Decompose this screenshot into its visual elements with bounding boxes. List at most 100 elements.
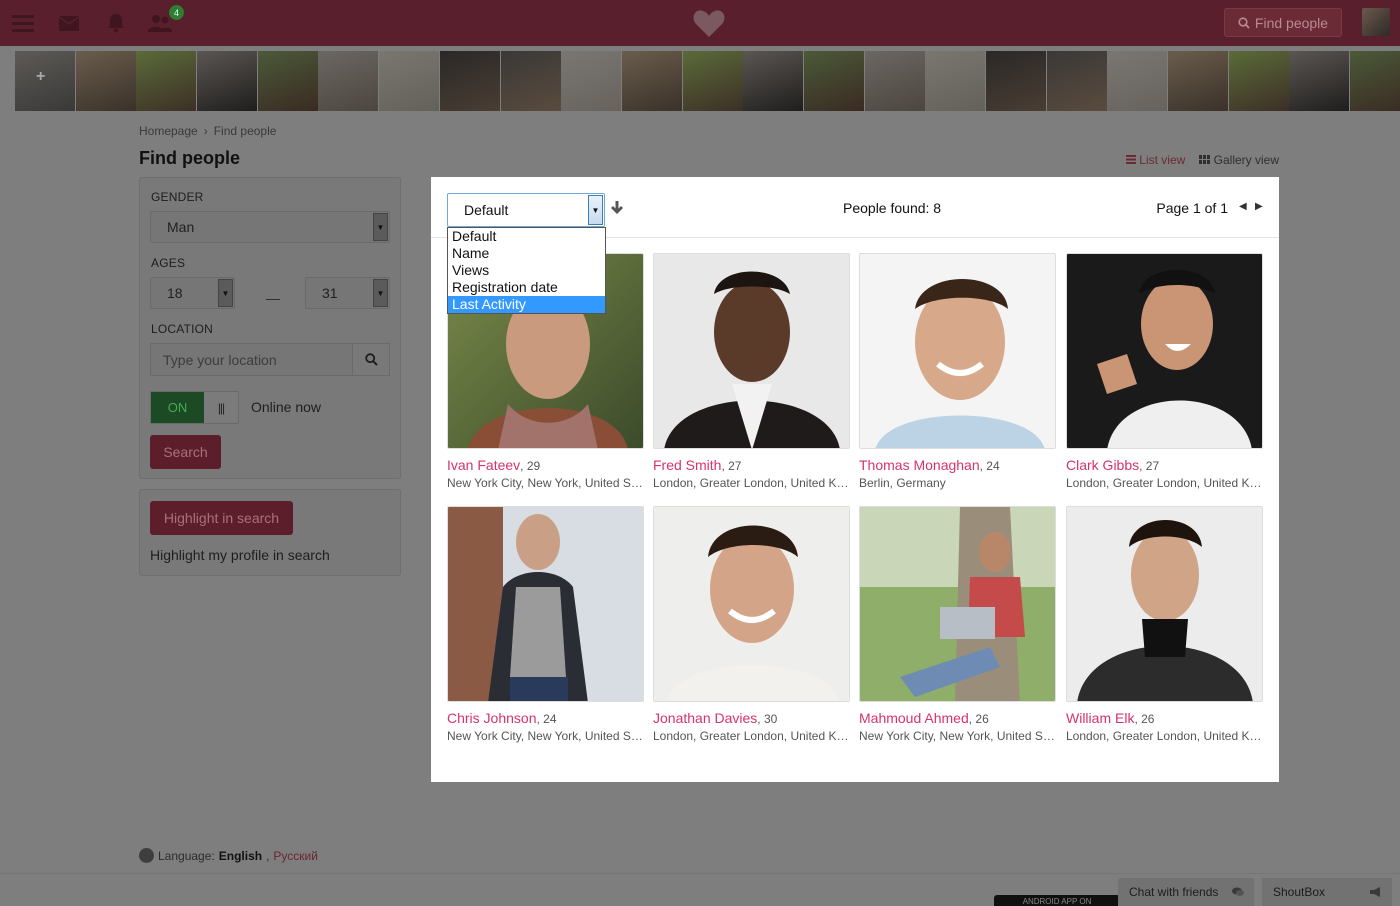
heart-logo-icon[interactable] bbox=[693, 8, 725, 38]
profile-photo[interactable] bbox=[653, 506, 850, 702]
profile-location: Berlin, Germany bbox=[859, 476, 946, 490]
mail-icon[interactable] bbox=[57, 12, 81, 34]
profile-name-link[interactable]: Thomas Monaghan bbox=[859, 457, 980, 473]
profile-photo[interactable] bbox=[653, 253, 850, 449]
profile-name-link[interactable]: Fred Smith bbox=[653, 457, 721, 473]
next-page-icon[interactable]: ▶ bbox=[1255, 201, 1263, 212]
profile-location: London, Greater London, United Kingdom bbox=[653, 729, 849, 743]
profile-name-link[interactable]: Ivan Fateev bbox=[447, 457, 520, 473]
profile-name-link[interactable]: Jonathan Davies bbox=[653, 710, 757, 726]
profile-photo[interactable] bbox=[859, 506, 1056, 702]
find-people-button[interactable]: Find people bbox=[1224, 8, 1342, 37]
member-thumb[interactable] bbox=[197, 51, 258, 111]
profile-age: , 24 bbox=[979, 459, 1000, 473]
gallery-view-link[interactable]: Gallery view bbox=[1199, 153, 1279, 167]
member-thumb[interactable] bbox=[743, 51, 804, 111]
profile-name-line: Ivan Fateev, 29 bbox=[447, 457, 644, 473]
profile-photo[interactable] bbox=[859, 253, 1056, 449]
search-button[interactable]: Search bbox=[150, 435, 221, 469]
profile-age: , 27 bbox=[721, 459, 742, 473]
profile-name-line: William Elk, 26 bbox=[1066, 710, 1263, 726]
profile-name-link[interactable]: William Elk bbox=[1066, 710, 1134, 726]
profile-name-line: Clark Gibbs, 27 bbox=[1066, 457, 1263, 473]
gender-select[interactable]: Man ▼ bbox=[150, 211, 390, 243]
sort-option-default[interactable]: Default bbox=[448, 228, 605, 245]
age-from-value: 18 bbox=[167, 285, 183, 301]
member-thumb[interactable] bbox=[561, 51, 622, 111]
list-view-link[interactable]: List view bbox=[1125, 153, 1186, 167]
online-now-toggle[interactable]: ON ||| bbox=[150, 391, 239, 424]
gender-value: Man bbox=[167, 219, 195, 235]
location-search-button[interactable] bbox=[352, 343, 390, 376]
sort-select[interactable]: Default ▼ bbox=[447, 193, 605, 227]
chat-with-friends-tab[interactable]: Chat with friends bbox=[1118, 878, 1254, 906]
profile-card[interactable]: Chris Johnson, 24 New York City, New Yor… bbox=[447, 506, 644, 743]
member-thumb[interactable] bbox=[1228, 51, 1289, 111]
list-view-label: List view bbox=[1139, 153, 1186, 167]
member-thumb[interactable] bbox=[864, 51, 925, 111]
language-english[interactable]: English bbox=[219, 849, 262, 863]
age-from-select[interactable]: 18 ▼ bbox=[150, 277, 235, 309]
member-thumb[interactable] bbox=[500, 51, 561, 111]
user-avatar[interactable] bbox=[1362, 8, 1390, 36]
member-thumb[interactable] bbox=[1107, 51, 1168, 111]
profile-card[interactable]: William Elk, 26 London, Greater London, … bbox=[1066, 506, 1263, 743]
member-thumb[interactable] bbox=[379, 51, 440, 111]
profile-name-link[interactable]: Mahmoud Ahmed bbox=[859, 710, 969, 726]
member-thumb[interactable] bbox=[925, 51, 986, 111]
sort-option-registration-date[interactable]: Registration date bbox=[448, 279, 605, 296]
highlight-panel: Highlight in search Highlight my profile… bbox=[139, 489, 401, 576]
menu-icon[interactable] bbox=[11, 12, 35, 34]
member-thumb[interactable] bbox=[439, 51, 500, 111]
add-photo-plus-icon[interactable]: + bbox=[36, 68, 45, 86]
profile-card[interactable]: Fred Smith, 27 London, Greater London, U… bbox=[653, 253, 850, 490]
chevron-down-icon: ▼ bbox=[373, 279, 388, 307]
location-input[interactable]: Type your location bbox=[150, 343, 353, 376]
age-to-select[interactable]: 31 ▼ bbox=[305, 277, 390, 309]
profile-card[interactable]: Thomas Monaghan, 24 Berlin, Germany bbox=[859, 253, 1056, 490]
android-app-badge[interactable]: ANDROID APP ON bbox=[994, 895, 1120, 906]
friends-icon[interactable] bbox=[148, 12, 172, 34]
member-thumb[interactable] bbox=[257, 51, 318, 111]
toggle-on-label: ON bbox=[151, 392, 204, 423]
shoutbox-tab[interactable]: ShoutBox bbox=[1262, 878, 1392, 906]
member-thumb[interactable] bbox=[318, 51, 379, 111]
page-indicator: Page 1 of 1 bbox=[1156, 200, 1228, 216]
profile-photo[interactable] bbox=[1066, 253, 1263, 449]
sort-option-name[interactable]: Name bbox=[448, 245, 605, 262]
profile-name-link[interactable]: Clark Gibbs bbox=[1066, 457, 1139, 473]
prev-page-icon[interactable]: ◀ bbox=[1239, 201, 1247, 212]
member-thumb[interactable] bbox=[1289, 51, 1350, 111]
sort-direction-arrow-icon[interactable] bbox=[611, 201, 623, 217]
member-thumb[interactable] bbox=[75, 51, 136, 111]
member-thumb[interactable] bbox=[1350, 51, 1400, 111]
results-panel: Default ▼ People found: 8 Page 1 of 1 ◀ … bbox=[431, 177, 1279, 782]
member-thumb[interactable] bbox=[682, 51, 743, 111]
member-thumb[interactable] bbox=[986, 51, 1046, 111]
chevron-down-icon: ▼ bbox=[588, 195, 603, 225]
bell-icon[interactable] bbox=[104, 12, 128, 34]
top-navbar: 4 Find people bbox=[0, 0, 1400, 46]
profile-photo[interactable] bbox=[447, 506, 644, 702]
member-thumb[interactable] bbox=[1046, 51, 1107, 111]
profile-photo[interactable] bbox=[1066, 506, 1263, 702]
profile-card[interactable]: Jonathan Davies, 30 London, Greater Lond… bbox=[653, 506, 850, 743]
sort-option-last-activity[interactable]: Last Activity bbox=[448, 296, 605, 313]
breadcrumb-home-link[interactable]: Homepage bbox=[139, 124, 198, 138]
member-thumb[interactable] bbox=[136, 51, 197, 111]
profile-card[interactable]: Mahmoud Ahmed, 26 New York City, New Yor… bbox=[859, 506, 1056, 743]
sort-option-views[interactable]: Views bbox=[448, 262, 605, 279]
globe-icon bbox=[139, 848, 154, 863]
member-thumb[interactable] bbox=[1168, 51, 1229, 111]
megaphone-icon bbox=[1370, 887, 1382, 900]
member-thumb[interactable] bbox=[803, 51, 864, 111]
profile-card[interactable]: Clark Gibbs, 27 London, Greater London, … bbox=[1066, 253, 1263, 490]
language-russian[interactable]: Русский bbox=[273, 849, 318, 863]
age-range-dash: — bbox=[266, 290, 280, 306]
profile-name-line: Thomas Monaghan, 24 bbox=[859, 457, 1056, 473]
member-thumb[interactable] bbox=[621, 51, 682, 111]
profile-name-link[interactable]: Chris Johnson bbox=[447, 710, 537, 726]
people-found-count: People found: 8 bbox=[843, 200, 942, 216]
highlight-in-search-button[interactable]: Highlight in search bbox=[150, 501, 293, 535]
search-icon bbox=[1238, 16, 1250, 29]
